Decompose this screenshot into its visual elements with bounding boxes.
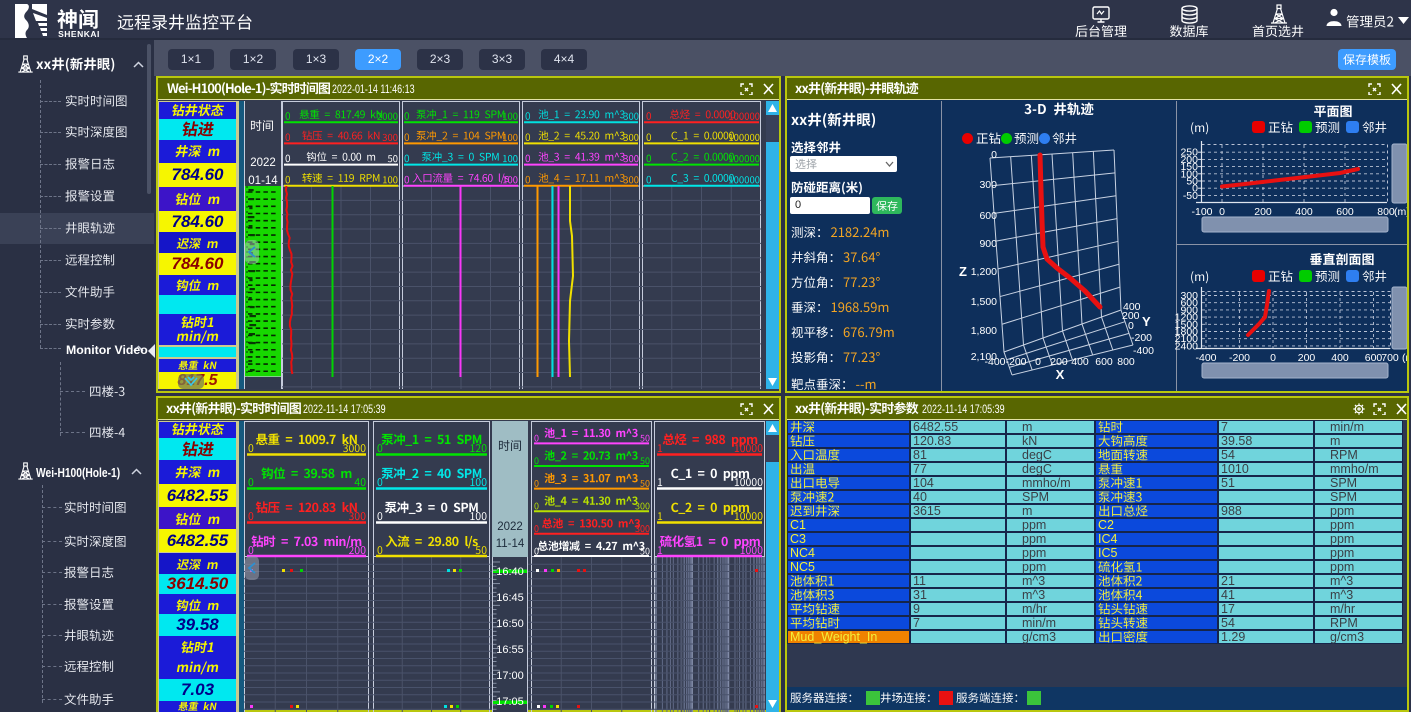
svg-text:-50: -50 (1183, 190, 1198, 202)
svg-text:(m): (m) (1394, 206, 1407, 218)
svg-text:2022: 2022 (497, 521, 523, 533)
svg-text:-100: -100 (1191, 206, 1212, 218)
svg-text:700: 700 (1381, 352, 1399, 364)
svg-text:(m): (m) (1402, 352, 1407, 364)
svg-text:1,200: 1,200 (971, 266, 997, 278)
svg-text:16:40: 16:40 (496, 566, 524, 578)
svg-text:16:55: 16:55 (496, 644, 524, 656)
svg-text:0: 0 (991, 149, 997, 161)
svg-text:2022: 2022 (250, 157, 276, 169)
svg-text:-200: -200 (1229, 352, 1250, 364)
svg-text:16:50: 16:50 (496, 618, 524, 630)
svg-text:600: 600 (1365, 352, 1383, 364)
svg-text:11-14: 11-14 (496, 538, 525, 550)
svg-text:1,800: 1,800 (971, 325, 997, 337)
svg-text:16:45: 16:45 (496, 592, 524, 604)
svg-text:200: 200 (1254, 206, 1272, 218)
svg-text:600: 600 (1336, 206, 1354, 218)
svg-text:-400: -400 (1195, 352, 1216, 364)
svg-text:Z: Z (959, 264, 967, 279)
svg-text:Y: Y (1142, 314, 1151, 329)
svg-text:400: 400 (1331, 352, 1349, 364)
svg-text:300: 300 (979, 179, 997, 191)
svg-text:0: 0 (1270, 352, 1276, 364)
svg-text:-200: -200 (1131, 332, 1152, 344)
svg-text:400: 400 (1295, 206, 1313, 218)
svg-text:400: 400 (1071, 356, 1089, 368)
svg-text:200: 200 (1298, 352, 1316, 364)
svg-text:17:05: 17:05 (496, 696, 524, 708)
svg-text:1,500: 1,500 (971, 296, 997, 308)
svg-text:-400: -400 (984, 356, 1005, 368)
svg-text:-200: -200 (1005, 356, 1026, 368)
svg-text:17:00: 17:00 (496, 670, 524, 682)
svg-text:2400: 2400 (1175, 340, 1199, 352)
svg-text:600: 600 (1095, 356, 1113, 368)
svg-text:900: 900 (979, 238, 997, 250)
svg-text:-400: -400 (1133, 345, 1154, 357)
svg-text:800: 800 (1117, 356, 1135, 368)
svg-text:0: 0 (1219, 206, 1225, 218)
svg-text:01-14: 01-14 (248, 175, 278, 187)
svg-text:0: 0 (1035, 356, 1041, 368)
svg-text:600: 600 (979, 210, 997, 222)
svg-text:0: 0 (1128, 320, 1134, 332)
svg-text:X: X (1056, 367, 1065, 382)
svg-text:800: 800 (1377, 206, 1395, 218)
